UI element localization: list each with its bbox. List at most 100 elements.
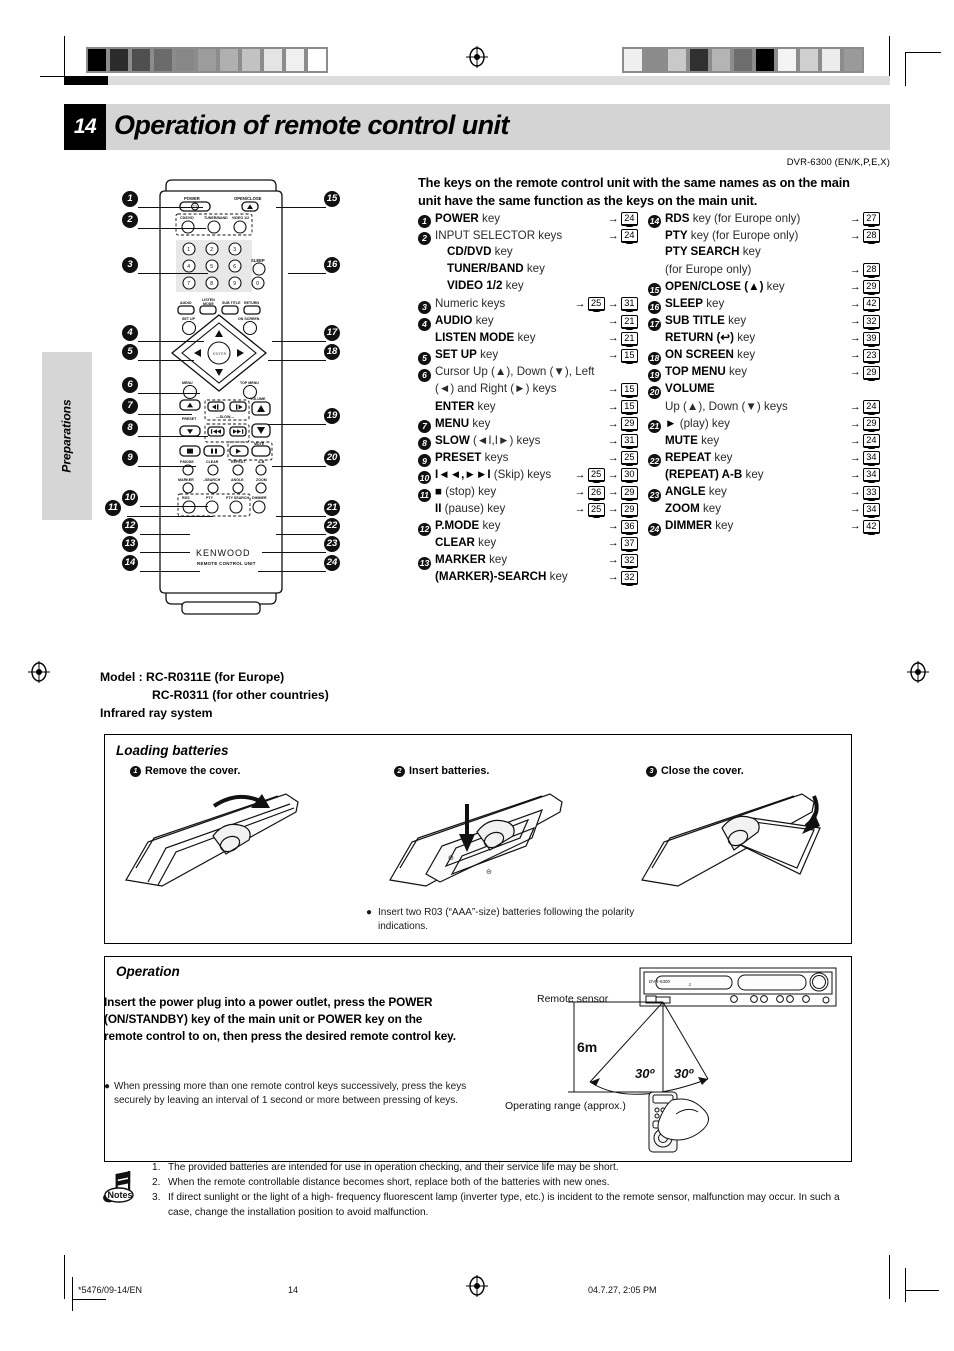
page-number-box: 25 [587,502,605,518]
registration-swatch [776,47,798,73]
key-label: RETURN (↩) key [665,331,756,345]
svg-text:VIDEO 1/2: VIDEO 1/2 [232,216,249,220]
arrow-icon: → [849,434,861,447]
key-label: ON SCREEN key [665,348,756,362]
page-reference: → 34 [849,502,880,518]
key-label: (◄) and Right (►) keys [435,382,557,396]
page-number-box: 28 [862,229,880,245]
crop-mark-bottom-tick [72,1277,73,1311]
arrow-icon: → [607,537,619,550]
operation-bullet-text: When pressing more than one remote contr… [114,1081,467,1107]
registration-black-strip [64,76,108,85]
notes-icon: Notes [100,1168,146,1208]
remote-callout-10: 10 [122,490,138,506]
key-list-left: 1 POWER key → 24 2 INPUT SELECTOR keys → 24 CD/D… [418,212,638,588]
key-label: P.MODE key [435,519,501,533]
registration-swatch [688,47,710,73]
svg-text:SUB TITLE: SUB TITLE [222,301,241,305]
arrow-icon: → [849,349,861,362]
svg-text:⊝: ⊝ [486,869,492,876]
key-number-badge: 13 [418,556,431,570]
footer-file: *5476/09-14/EN [78,1285,143,1295]
remote-sensor-label: Remote sensor [537,993,609,1005]
remote-callout-18: 18 [324,344,340,360]
page-reference: → 29 [607,417,638,433]
crop-mark-top-tick-right [905,52,906,86]
page-reference: → 37 [607,536,638,552]
arrow-icon: → [607,417,619,430]
crop-mark-top-rule-right [905,52,941,53]
svg-text:VOLUME: VOLUME [250,397,266,401]
footer-page-number: 14 [288,1285,299,1295]
remote-callout-20: 20 [324,450,340,466]
key-label: (REPEAT) A-B key [665,467,764,481]
callout-leader [140,534,190,535]
key-list-row: (for Europe only) → 28 [648,263,880,280]
remote-callout-17: 17 [324,325,340,341]
key-label: (for Europe only) [665,262,752,276]
arrow-icon: → [607,554,619,567]
svg-text:—SLOW—: —SLOW— [216,415,234,419]
svg-text:DIMMER: DIMMER [252,496,267,500]
key-label: DIMMER key [665,519,734,533]
note-item: 2. When the remote controllable distance … [152,1175,860,1190]
svg-text:SET UP: SET UP [182,317,196,321]
key-number-badge: 10 [418,471,431,485]
page-number-box: 37 [620,536,638,552]
key-label: OPEN/CLOSE (▲) key [665,279,785,293]
operation-bullet: ● When pressing more than one remote con… [104,1080,474,1108]
page-number-box: 29 [620,417,638,433]
page-reference: → 28 [850,263,880,279]
page-number-box: 42 [862,297,880,313]
crop-mark-bottom-tick-right [905,1268,906,1302]
callout-leader [268,360,326,361]
callout-leader [276,516,326,517]
remote-callout-21: 21 [324,500,340,516]
key-list-row: 7 MENU key → 29 [418,417,638,434]
callout-leader [138,207,203,208]
key-label: SLEEP key [665,296,725,310]
crop-mark-bottom-rule-right [905,1290,939,1291]
page-number-box: 28 [862,263,880,279]
key-label: PTY key (for Europe only) [665,228,799,242]
page-number-box: 24 [620,229,638,245]
page-reference: → 33 [850,485,880,501]
key-list-row: 21 ► (play) key → 29 [648,417,880,434]
svg-text:PTY: PTY [206,496,214,500]
key-label: SLOW (◄I,I►) keys [435,433,541,447]
remote-callout-8: 8 [122,420,138,436]
arrow-icon: → [849,503,861,516]
arrow-icon: → [607,503,619,516]
callout-leader [272,466,326,467]
page-number-box: 21 [620,331,638,347]
page-reference: → 28 [850,229,880,245]
page-number-box: 24 [862,400,880,416]
page-reference: → 24 [608,229,638,245]
svg-text:Notes: Notes [108,1190,133,1200]
svg-text:ENTER: ENTER [213,351,227,356]
remote-callout-6: 6 [122,377,138,393]
svg-text:♫: ♫ [688,982,692,988]
remote-callout-11: 11 [105,500,121,516]
registration-swatch [622,47,644,73]
battery-step-3: 3 Close the cover. [646,765,744,777]
remote-callout-1: 1 [122,191,138,207]
key-label: ENTER key [435,399,496,413]
registration-swatch [754,47,776,73]
registration-target-bottom [466,1275,488,1297]
key-number-badge: 8 [418,437,431,451]
arrow-icon: → [607,468,619,481]
arrow-icon: → [607,400,619,413]
remote-callout-23: 23 [324,536,340,552]
key-label: Numeric keys [435,296,506,310]
callout-leader [127,516,213,517]
page-reference: → 25 [575,468,605,484]
bullet-icon: ● [104,1081,111,1092]
registration-swatch [644,47,666,73]
battery-step-2: 2 Insert batteries. [394,765,489,777]
key-label: INPUT SELECTOR keys [435,228,563,242]
svg-text:ON SCREEN: ON SCREEN [238,317,260,321]
remote-callout-13: 13 [122,536,138,552]
svg-text:3: 3 [233,247,236,253]
callout-leader [138,436,208,437]
